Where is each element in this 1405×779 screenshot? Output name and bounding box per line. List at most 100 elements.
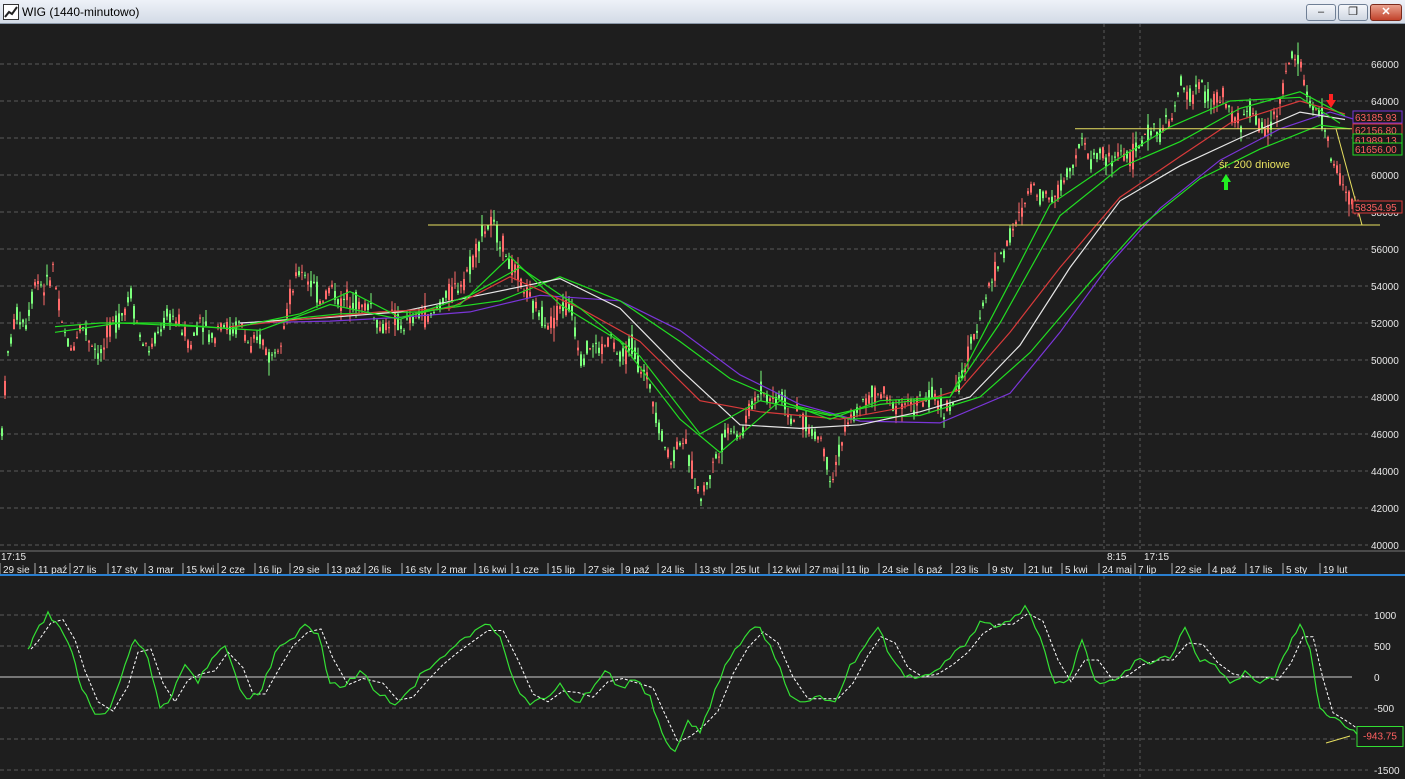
candle-down <box>649 384 651 389</box>
candle-up <box>76 337 78 339</box>
candle-down <box>310 280 312 288</box>
candle-up <box>883 386 885 394</box>
candle-up <box>973 333 975 340</box>
candle-up <box>712 461 714 463</box>
candle-down <box>688 455 690 466</box>
candle-up <box>769 398 771 401</box>
candle-down <box>598 347 600 354</box>
candle-down <box>367 304 369 311</box>
candle-down <box>1099 148 1101 154</box>
candle-up <box>670 462 672 465</box>
candle-up <box>124 308 126 316</box>
candle-down <box>1096 153 1098 160</box>
candle-up <box>745 415 747 423</box>
candle-down <box>1249 101 1251 118</box>
candle-down <box>1003 250 1005 259</box>
candle-up <box>1054 195 1056 197</box>
candle-up <box>151 343 153 347</box>
candle-up <box>553 317 555 329</box>
candle-down <box>313 281 315 284</box>
candle-up <box>346 289 348 301</box>
candle-down <box>970 336 972 344</box>
candle-up <box>361 304 363 308</box>
candle-up <box>727 427 729 434</box>
candle-up <box>61 321 63 323</box>
title-bar: WIG (1440-minutowo) – ❐ ✕ <box>0 0 1405 24</box>
candle-down <box>496 225 498 243</box>
osc-y-tick-label: 500 <box>1374 642 1391 653</box>
candle-down <box>811 429 813 436</box>
candle-down <box>238 321 240 323</box>
close-button[interactable]: ✕ <box>1370 4 1402 21</box>
candle-up <box>220 323 222 331</box>
candle-up <box>277 350 279 352</box>
candle-up <box>214 338 216 344</box>
candle-up <box>823 448 825 457</box>
candle-up <box>667 449 669 458</box>
candle-up <box>301 271 303 273</box>
candle-down <box>19 322 21 325</box>
candle-down <box>274 352 276 354</box>
candle-up <box>868 395 870 404</box>
candle-down <box>25 325 27 330</box>
candle-down <box>139 334 141 338</box>
candle-down <box>976 330 978 333</box>
candle-up <box>187 340 189 348</box>
candle-down <box>664 446 666 448</box>
minimize-button[interactable]: – <box>1306 4 1336 21</box>
candle-up <box>1336 165 1338 173</box>
candle-down <box>22 319 24 323</box>
candle-down <box>229 326 231 335</box>
candle-down <box>28 309 30 316</box>
oscillator-chart[interactable]: 10005000-500-1000-1500-943.75 <box>0 576 1405 779</box>
candle-up <box>1303 79 1305 86</box>
candle-up <box>607 337 609 347</box>
candle-down <box>499 247 501 249</box>
candle-up <box>1273 111 1275 115</box>
candle-down <box>1204 91 1206 103</box>
candle-up <box>184 327 186 337</box>
candle-up <box>1279 98 1281 104</box>
candle-up <box>91 345 93 347</box>
candle-up <box>388 327 390 329</box>
candle-down <box>118 313 120 328</box>
price-chart[interactable]: 40000 42000 44000 46000 48000 50000 52000 54000… <box>0 24 1405 576</box>
candle-up <box>844 426 846 432</box>
candle-up <box>1216 92 1218 103</box>
candle-up <box>178 314 180 326</box>
candle-up <box>349 305 351 309</box>
candle-down <box>1180 76 1182 86</box>
candle-down <box>1330 158 1332 162</box>
candle-down <box>1009 228 1011 243</box>
y-tick-label: 44000 <box>1371 467 1399 478</box>
candle-down <box>157 331 159 334</box>
candle-up <box>718 456 720 458</box>
candle-up <box>58 298 60 311</box>
candle-up <box>1171 117 1173 121</box>
candle-down <box>10 337 12 344</box>
candle-up <box>1285 70 1287 72</box>
candle-down <box>541 306 543 326</box>
candle-up <box>1045 191 1047 194</box>
osc-value-label: -943.75 <box>1363 732 1397 743</box>
candle-down <box>1261 122 1263 129</box>
candle-down <box>1051 196 1053 203</box>
candle-down <box>829 481 831 483</box>
candle-up <box>103 347 105 350</box>
candle-up <box>1048 197 1050 200</box>
candle-down <box>943 417 945 420</box>
candle-down <box>1039 189 1041 205</box>
candle-down <box>661 430 663 442</box>
candle-up <box>589 348 591 350</box>
time-label: 17:15 <box>1144 552 1169 563</box>
annotation-label: śr. 200 dniowe <box>1219 159 1290 171</box>
candle-down <box>1207 89 1209 102</box>
candle-up <box>190 344 192 349</box>
candle-down <box>406 318 408 320</box>
restore-button[interactable]: ❐ <box>1338 4 1368 21</box>
candle-up <box>1102 147 1104 159</box>
candle-up <box>70 348 72 351</box>
candle-down <box>40 284 42 286</box>
candle-up <box>793 419 795 422</box>
candle-down <box>130 288 132 299</box>
